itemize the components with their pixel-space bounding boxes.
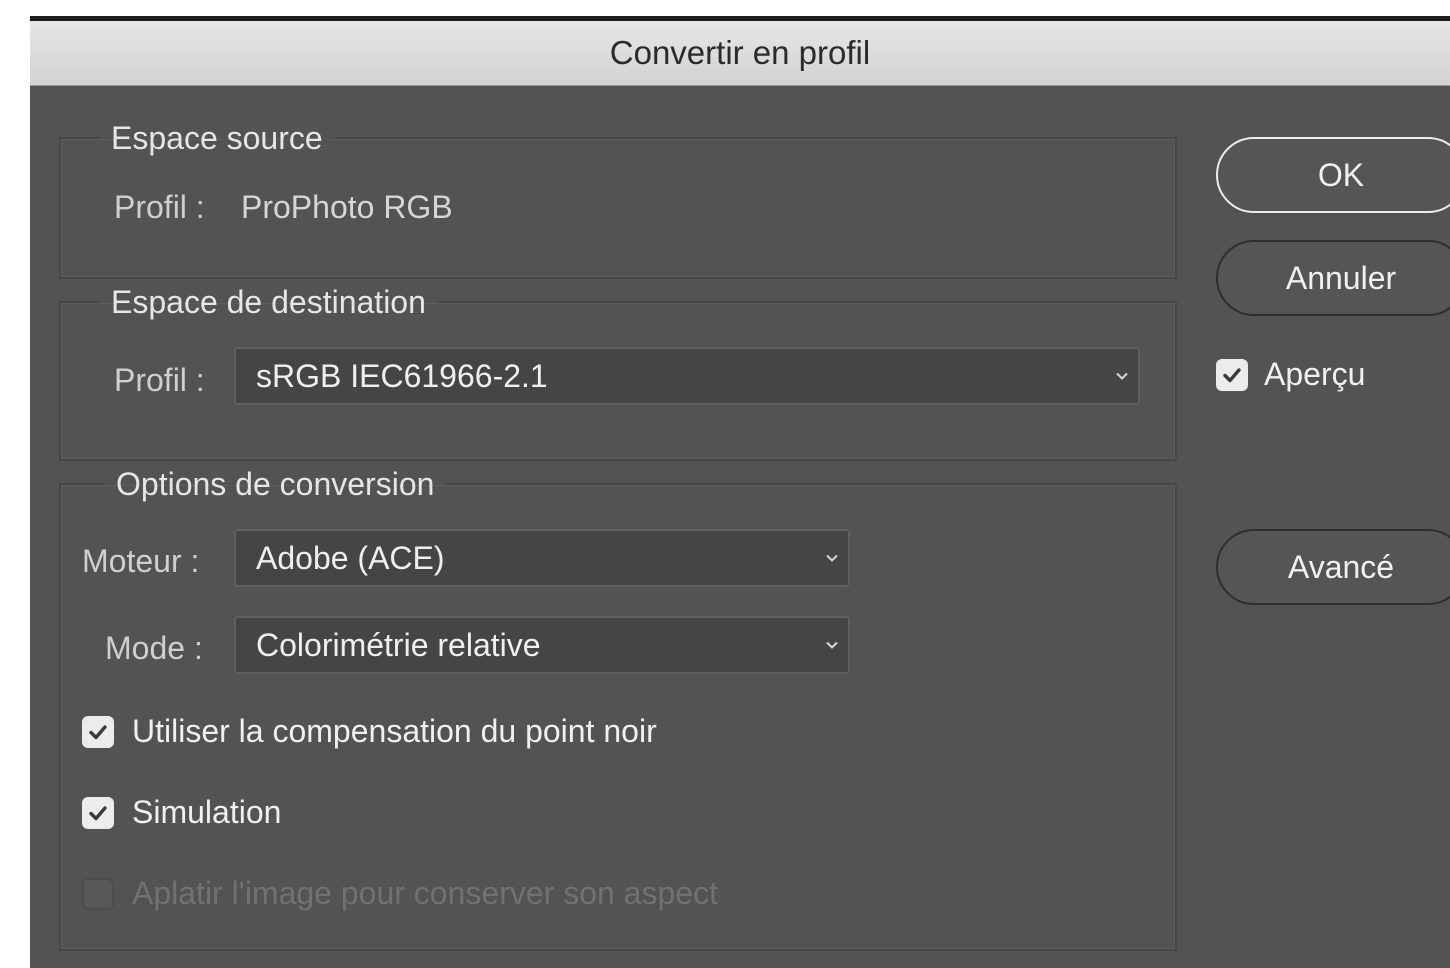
checkmark-icon	[1216, 358, 1248, 391]
ok-button-label: OK	[1317, 156, 1365, 193]
destination-profile-select[interactable]: sRGB IEC61966-2.1	[234, 347, 1140, 405]
engine-label: Moteur :	[82, 543, 200, 579]
checkmark-icon	[82, 715, 114, 748]
engine-value: Adobe (ACE)	[256, 539, 445, 576]
intent-value: Colorimétrie relative	[256, 626, 541, 663]
cancel-button[interactable]: Annuler	[1216, 240, 1450, 316]
preview-label: Aperçu	[1264, 356, 1366, 392]
conversion-options-legend: Options de conversion	[116, 466, 435, 502]
destination-profile-value: sRGB IEC61966-2.1	[256, 357, 548, 394]
destination-profile-label: Profil :	[114, 362, 205, 398]
flatten-image-checkbox: Aplatir l'image pour conserver son aspec…	[82, 875, 718, 912]
simulation-checkbox[interactable]: Simulation	[82, 794, 281, 831]
ok-button[interactable]: OK	[1216, 137, 1450, 213]
destination-space-legend: Espace de destination	[111, 284, 426, 320]
engine-select[interactable]: Adobe (ACE)	[234, 529, 850, 587]
source-profile-label: Profil :	[114, 189, 205, 225]
intent-select[interactable]: Colorimétrie relative	[234, 616, 850, 674]
black-point-compensation-label: Utiliser la compensation du point noir	[132, 713, 657, 749]
chevron-down-icon	[826, 552, 838, 564]
source-profile-value: ProPhoto RGB	[241, 189, 453, 225]
convert-profile-dialog: Convertir en profil Espace source Profil…	[30, 21, 1450, 968]
cancel-button-label: Annuler	[1285, 259, 1397, 296]
mode-label: Mode :	[105, 630, 203, 666]
advanced-button-label: Avancé	[1287, 548, 1395, 585]
preview-checkbox[interactable]: Aperçu	[1216, 356, 1365, 393]
source-space-group: Espace source	[59, 121, 1177, 279]
checkmark-icon	[82, 796, 114, 829]
flatten-image-label: Aplatir l'image pour conserver son aspec…	[132, 875, 718, 911]
source-space-legend: Espace source	[111, 120, 323, 156]
dialog-title: Convertir en profil	[609, 34, 871, 71]
black-point-compensation-checkbox[interactable]: Utiliser la compensation du point noir	[82, 713, 657, 750]
chevron-down-icon	[826, 639, 838, 651]
dialog-titlebar[interactable]: Convertir en profil	[30, 21, 1450, 86]
empty-checkbox-icon	[82, 877, 114, 910]
simulation-label: Simulation	[132, 794, 282, 830]
chevron-down-icon	[1116, 370, 1128, 382]
advanced-button[interactable]: Avancé	[1216, 529, 1450, 605]
